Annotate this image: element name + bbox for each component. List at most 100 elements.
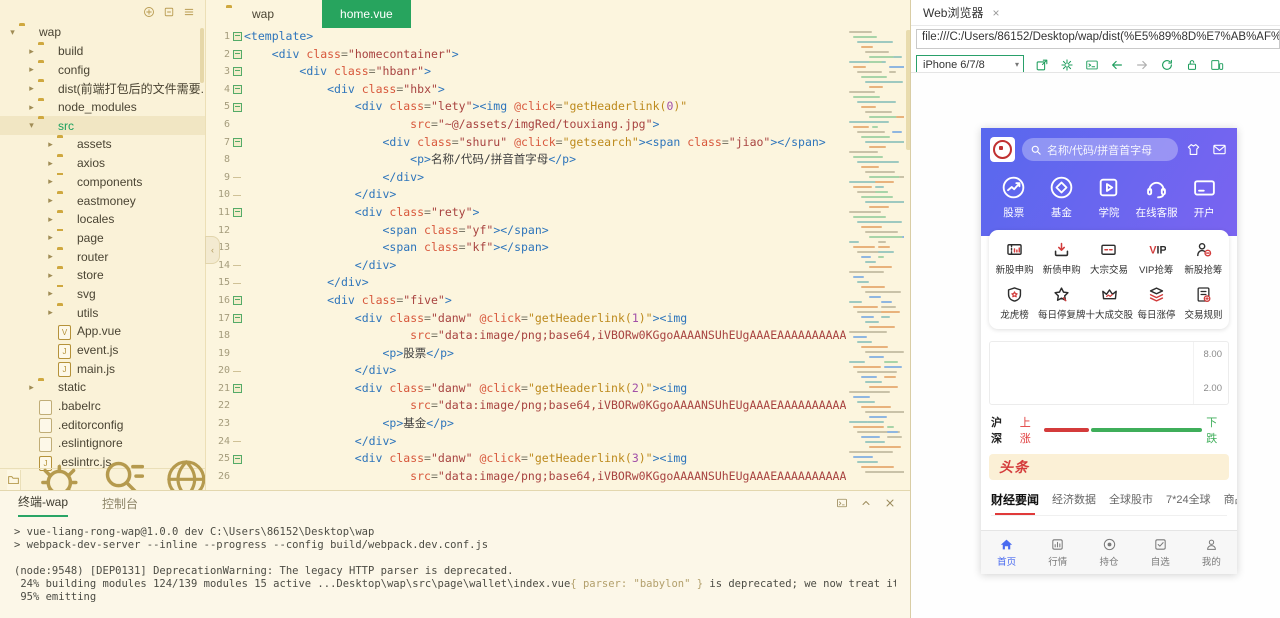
tree-item-src[interactable]: ▾ src xyxy=(0,116,205,136)
chevron-right-icon[interactable]: ▸ xyxy=(44,139,57,150)
unlock-icon[interactable] xyxy=(1185,58,1199,72)
tree-item-static[interactable]: ▸ static xyxy=(0,378,205,397)
chevron-right-icon[interactable]: ▸ xyxy=(25,102,38,113)
chevron-right-icon[interactable]: ▸ xyxy=(25,64,38,75)
settings-icon[interactable] xyxy=(1060,58,1074,72)
news-tab[interactable]: 经济数据 xyxy=(1052,491,1096,508)
nav-home[interactable]: 首页 xyxy=(981,531,1032,574)
chevron-right-icon[interactable]: ▸ xyxy=(25,382,38,393)
tree-item-build[interactable]: ▸ build xyxy=(0,42,205,61)
gift-shirt-icon[interactable] xyxy=(1185,142,1202,157)
sidebar-scrollbar[interactable] xyxy=(200,28,204,83)
tree-item-assets[interactable]: ▸ assets xyxy=(0,135,205,154)
news-tab[interactable]: 商品资讯 xyxy=(1224,491,1237,508)
code-line[interactable]: 26 src="data:image/png;base64,iVBORw0KGg… xyxy=(206,468,846,486)
chevron-right-icon[interactable]: ▸ xyxy=(44,251,57,262)
chevron-right-icon[interactable]: ▸ xyxy=(44,288,57,299)
chevron-right-icon[interactable]: ▸ xyxy=(25,46,38,57)
headlines-banner[interactable]: 头条 xyxy=(989,454,1229,480)
tree-item-locales[interactable]: ▸ locales xyxy=(0,210,205,229)
nav-watch[interactable]: 自选 xyxy=(1135,531,1186,574)
project-crumb[interactable]: wap xyxy=(226,7,274,21)
tree-item-svg[interactable]: ▸ svg xyxy=(0,285,205,304)
collapse-all-icon[interactable] xyxy=(163,6,175,18)
forward-icon[interactable] xyxy=(1135,58,1149,72)
fold-marker-icon[interactable] xyxy=(230,450,244,468)
tree-item-dist-...[interactable]: ▸ dist(前端打包后的文件需要... xyxy=(0,79,205,98)
menu-item-trend[interactable]: 股票 xyxy=(990,175,1038,220)
chevron-down-icon[interactable]: ▾ xyxy=(6,27,19,38)
code-line[interactable]: 10 </div> xyxy=(206,186,846,204)
tree-item-components[interactable]: ▸ components xyxy=(0,173,205,192)
menu-item-card[interactable]: 开户 xyxy=(1180,175,1228,220)
code-line[interactable]: 15 </div> xyxy=(206,274,846,292)
code-line[interactable]: 18 src="data:image/png;base64,iVBORw0KGg… xyxy=(206,327,846,345)
code-line[interactable]: 17 <div class="danw" @click="getHeaderli… xyxy=(206,310,846,328)
quick-action-star[interactable]: 每日停复牌 xyxy=(1038,285,1086,321)
fold-marker-icon[interactable] xyxy=(230,81,244,99)
responsive-icon[interactable] xyxy=(1210,58,1224,72)
devtools-icon[interactable] xyxy=(1085,58,1099,72)
quick-action-block-card[interactable]: 大宗交易 xyxy=(1085,240,1132,276)
code-line[interactable]: 1 <template> xyxy=(206,28,846,46)
code-line[interactable]: 8 <p>名称/代码/拼音首字母</p> xyxy=(206,151,846,169)
code-line[interactable]: 23 <p>基金</p> xyxy=(206,415,846,433)
collapse-panel-icon[interactable] xyxy=(860,497,872,509)
quick-action-ticket[interactable]: 新股申购 xyxy=(991,240,1038,276)
search-input[interactable]: 名称/代码/拼音首字母 xyxy=(1022,138,1178,161)
code-line[interactable]: 25 <div class="danw" @click="getHeaderli… xyxy=(206,450,846,468)
tree-item-app.vue[interactable]: V App.vue xyxy=(0,322,205,341)
tree-item-wap[interactable]: ▾ wap xyxy=(0,23,205,42)
code-line[interactable]: 13 <span class="kf"></span> xyxy=(206,239,846,257)
close-icon[interactable]: × xyxy=(992,6,999,20)
code-area[interactable]: 1 <template> 2 <div class="homecontainer">… xyxy=(206,28,846,490)
code-line[interactable]: 19 <p>股票</p> xyxy=(206,345,846,363)
code-line[interactable]: 24 </div> xyxy=(206,433,846,451)
code-line[interactable]: 9 </div> xyxy=(206,169,846,187)
tree-item-.eslintignore[interactable]: .eslintignore xyxy=(0,434,205,453)
tree-item-config[interactable]: ▸ config xyxy=(0,60,205,79)
chevron-right-icon[interactable]: ▸ xyxy=(44,270,57,281)
tree-item-axios[interactable]: ▸ axios xyxy=(0,154,205,173)
code-line[interactable]: 7 <div class="shuru" @click="getsearch">… xyxy=(206,134,846,152)
address-bar[interactable]: file:///C:/Users/86152/Desktop/wap/dist(… xyxy=(916,29,1280,49)
code-line[interactable]: 3 <div class="hbanr"> xyxy=(206,63,846,81)
fold-marker-icon[interactable] xyxy=(230,98,244,116)
back-icon[interactable] xyxy=(1110,58,1124,72)
tree-item-router[interactable]: ▸ router xyxy=(0,247,205,266)
tab-terminal-wap[interactable]: 终端-wap xyxy=(18,493,69,517)
tree-item-eastmoney[interactable]: ▸ eastmoney xyxy=(0,191,205,210)
menu-icon[interactable] xyxy=(183,6,195,18)
fold-marker-icon[interactable] xyxy=(230,134,244,152)
tree-item-page[interactable]: ▸ page xyxy=(0,229,205,248)
chevron-right-icon[interactable]: ▸ xyxy=(25,83,38,94)
code-line[interactable]: 21 <div class="danw" @click="getHeaderli… xyxy=(206,380,846,398)
fold-marker-icon[interactable] xyxy=(230,380,244,398)
menu-item-academy[interactable]: 学院 xyxy=(1085,175,1133,220)
news-tab[interactable]: 财经要闻 xyxy=(991,491,1039,515)
tree-item-event.js[interactable]: Jevent.js xyxy=(0,341,205,360)
chevron-right-icon[interactable]: ▸ xyxy=(44,158,57,169)
nav-position[interactable]: 持仓 xyxy=(1083,531,1134,574)
chevron-right-icon[interactable]: ▸ xyxy=(44,195,57,206)
close-panel-icon[interactable] xyxy=(884,497,896,509)
code-line[interactable]: 14 </div> xyxy=(206,257,846,275)
fold-marker-icon[interactable] xyxy=(230,28,244,46)
quick-action-shield[interactable]: 龙虎榜 xyxy=(991,285,1038,321)
new-terminal-icon[interactable] xyxy=(836,497,848,509)
news-tab[interactable]: 7*24全球 xyxy=(1166,491,1211,508)
code-line[interactable]: 16 <div class="five"> xyxy=(206,292,846,310)
code-line[interactable]: 20 </div> xyxy=(206,362,846,380)
fold-marker-icon[interactable] xyxy=(230,63,244,81)
quick-action-download[interactable]: 新债申购 xyxy=(1038,240,1085,276)
code-line[interactable]: 11 <div class="rety"> xyxy=(206,204,846,222)
chevron-right-icon[interactable]: ▸ xyxy=(44,307,57,318)
open-in-browser-icon[interactable] xyxy=(1035,58,1049,72)
minimap[interactable] xyxy=(846,30,904,484)
code-line[interactable]: 12 <span class="yf"></span> xyxy=(206,222,846,240)
tree-item-.babelrc[interactable]: .babelrc xyxy=(0,397,205,416)
quick-action-layers[interactable]: 每日涨停 xyxy=(1133,285,1180,321)
tab-console[interactable]: 控制台 xyxy=(102,495,138,517)
tree-item-.editorconfig[interactable]: .editorconfig xyxy=(0,415,205,434)
add-project-icon[interactable] xyxy=(143,6,155,18)
